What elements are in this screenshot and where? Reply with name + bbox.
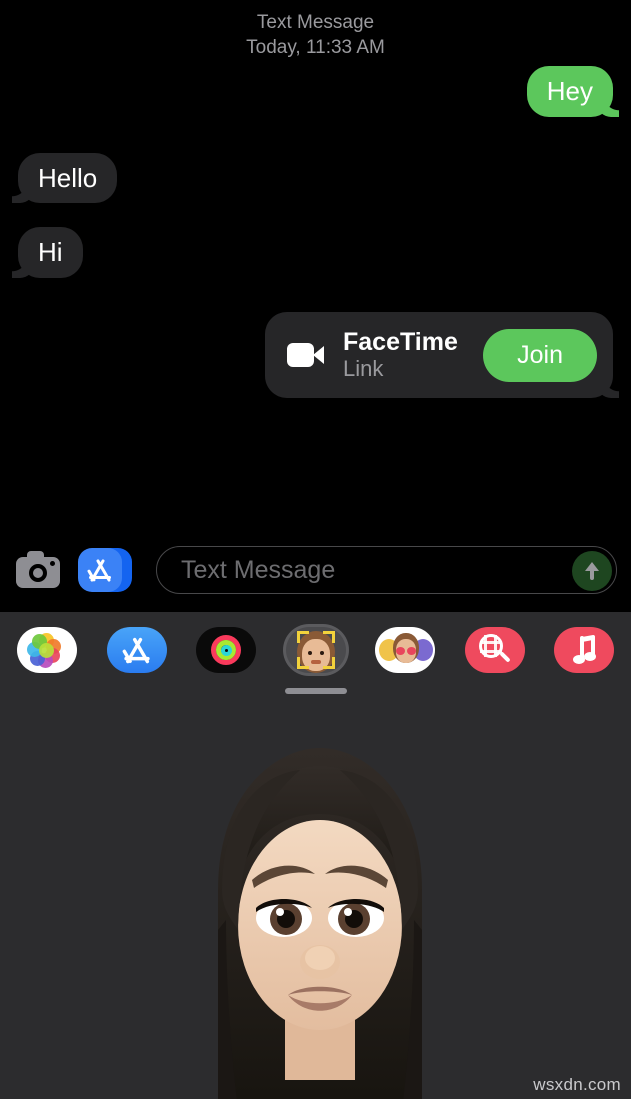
memoji-camera-icon [285, 627, 346, 673]
app-drawer-item-images[interactable] [462, 624, 528, 676]
compose-toolbar [0, 540, 631, 600]
camera-icon[interactable] [14, 550, 62, 590]
search-input message-text-input[interactable] [157, 555, 616, 585]
app-drawer-item-app-store[interactable] [104, 624, 170, 676]
message-bubble-incoming[interactable]: Hi [12, 227, 83, 279]
watermark: wsxdn.com [533, 1075, 621, 1094]
drawer-grabber-handle[interactable] [284, 688, 347, 694]
message-bubble-outgoing[interactable]: Hey [526, 66, 620, 117]
message-row: Hello [0, 152, 631, 204]
service-label: Text Message [256, 12, 375, 33]
facetime-card-text: FaceTime Link [343, 328, 467, 382]
video-camera-icon [287, 341, 327, 369]
app-drawer-item-memoji[interactable] [282, 624, 349, 676]
message-thread: Hey Hello Hi FaceTime Link Join [0, 66, 631, 526]
message-row: Hi [0, 227, 631, 279]
message-text: Hey [546, 76, 593, 106]
app-store-icon[interactable] [78, 548, 136, 592]
messages-screen: Text Message Today, 11:33 AM Hey Hello H… [0, 0, 631, 1099]
music-note-icon [554, 627, 614, 673]
message-row: FaceTime Link Join [0, 312, 631, 399]
facetime-join-button[interactable]: Join [483, 328, 597, 382]
activity-rings-icon [196, 627, 256, 673]
facetime-title: FaceTime [343, 328, 458, 357]
memoji-stickers-icon [375, 627, 435, 673]
message-row: Hey [0, 66, 631, 117]
app-drawer-item-music[interactable] [551, 624, 617, 676]
message-bubble-incoming[interactable]: Hello [11, 152, 118, 204]
app-drawer-item-memoji-stickers[interactable] [372, 624, 438, 676]
app-drawer-item-photos[interactable] [14, 624, 80, 676]
image-search-icon [464, 627, 525, 673]
facetime-link-card[interactable]: FaceTime Link Join [265, 312, 619, 399]
message-text: Hi [38, 237, 63, 268]
facetime-subtitle: Link [343, 356, 384, 382]
memoji-stage [0, 718, 631, 1099]
send-button[interactable] [572, 551, 612, 591]
send-arrow-up-icon [583, 561, 601, 581]
app-drawer-row [0, 612, 631, 682]
conversation-header: Text Message Today, 11:33 AM [0, 10, 631, 60]
message-text: Hello [38, 162, 98, 193]
message-input-field[interactable] [156, 546, 617, 594]
memoji-avatar[interactable] [180, 740, 460, 1099]
app-store-icon [106, 627, 167, 673]
message-timestamp: Today, 11:33 AM [246, 37, 385, 59]
app-drawer-item-fitness[interactable] [193, 624, 259, 676]
photos-icon [17, 627, 77, 673]
